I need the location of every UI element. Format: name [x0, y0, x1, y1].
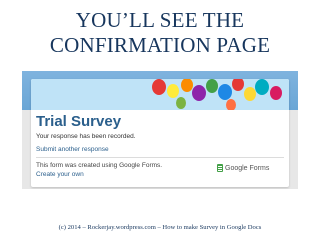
slide-title-line-1: YOU’LL SEE THE: [75, 8, 245, 32]
google-forms-brand-link[interactable]: Google Forms: [217, 163, 269, 173]
confirmation-screenshot: Trial Survey Your response has been reco…: [22, 71, 298, 189]
balloon-icon: [152, 79, 282, 110]
form-title: Trial Survey: [36, 113, 122, 130]
slide-title-line-2: CONFIRMATION PAGE: [49, 33, 271, 57]
google-forms-icon: [217, 164, 223, 172]
confirmation-card: Trial Survey Your response has been reco…: [31, 79, 289, 187]
balloons-image: [152, 79, 282, 110]
copyright-footer: (c) 2014 – Rockerjay.wordpress.com – How…: [58, 224, 262, 231]
created-with-google-forms-text: This form was created using Google Forms…: [36, 162, 163, 169]
google-forms-label: Google Forms: [225, 164, 270, 172]
submit-another-response-link[interactable]: Submit another response: [36, 146, 109, 153]
response-recorded-text: Your response has been recorded.: [36, 133, 136, 140]
create-your-own-link[interactable]: Create your own: [36, 171, 84, 178]
slide-title: YOU’LL SEE THE CONFIRMATION PAGE: [0, 8, 320, 58]
divider: [36, 157, 284, 158]
